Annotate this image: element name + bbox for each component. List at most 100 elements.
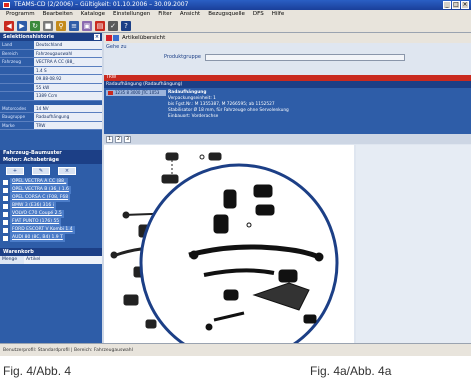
section-bar: Radaufhängung (Radaufhängung) [104, 81, 471, 88]
page-tab[interactable]: 3 [124, 135, 131, 143]
history-header: Selektionshistorie × [0, 33, 102, 41]
window-title: TEAMS-CD (2/2006) – Gültigkeit: 01.10.20… [14, 1, 189, 8]
checkbox[interactable] [3, 203, 8, 209]
checkbox[interactable] [3, 211, 8, 217]
list-item[interactable]: VOLVO C70 Coupé 2.5 [0, 210, 102, 218]
section-title: Radaufhängung (Radaufhängung) [106, 82, 183, 87]
article-detail: 1235 8 3000 JTC 1053 Radaufhängung Verpa… [104, 88, 471, 134]
field-value[interactable]: VECTRA A CC (88_ [34, 58, 102, 66]
checkbox[interactable] [3, 219, 8, 225]
back-icon[interactable]: ◀ [4, 20, 14, 31]
checkbox[interactable] [3, 187, 8, 193]
checkbox[interactable] [3, 227, 8, 233]
field-value[interactable]: Deutschland [34, 41, 102, 49]
vehicle-link[interactable]: FIAT PUNTO (176) 55 [10, 218, 62, 226]
list-item[interactable]: FORD ESCORT V Kombi 1.4 [0, 226, 102, 234]
field-row: Land Deutschland [0, 41, 102, 50]
product-group-label: Produktgruppe [164, 54, 201, 60]
menu-bezugsquelle[interactable]: Bezugsquelle [208, 10, 245, 19]
field-row: Bereich Fahrzeugauswahl [0, 49, 102, 58]
field-row: Motorcodes 14 NV [0, 104, 102, 113]
print-icon[interactable]: ▤ [95, 20, 105, 31]
edit-vehicle-icon[interactable]: ✎ [32, 167, 50, 175]
maximize-button[interactable]: □ [452, 1, 460, 9]
vehicle-link[interactable]: AUDI 80 (8C, B4) 1.9 T [10, 234, 65, 242]
vehicle-link[interactable]: FORD ESCORT V Kombi 1.4 [10, 226, 75, 234]
minimize-button[interactable]: _ [443, 1, 451, 9]
history-title: Selektionshistorie [3, 34, 55, 40]
field-value[interactable]: Radaufhängung [34, 113, 102, 121]
checkbox[interactable] [3, 235, 8, 241]
forward-icon[interactable]: ▶ [17, 20, 27, 31]
app-icon [3, 2, 10, 8]
vehicle-link[interactable]: OPEL VECTRA B (36_) 1.6 [10, 186, 71, 194]
list-item[interactable]: OPEL VECTRA B (36_) 1.6 [0, 186, 102, 194]
menu-programm[interactable]: Programm [6, 10, 35, 19]
menu-kataloge[interactable]: Kataloge [81, 10, 105, 19]
vehicle-link[interactable]: OPEL CORSA C (F08, F68 [10, 194, 71, 202]
vehicles-header: Fahrzeug-Baumuster Motor: Achsbeträge [0, 150, 102, 164]
page-tab[interactable]: 1 [106, 135, 113, 143]
close-icon[interactable]: × [94, 34, 100, 40]
part-thumbnail-icon [108, 91, 113, 95]
list-item[interactable]: AUDI 80 (8C, B4) 1.9 T [0, 234, 102, 242]
title-bar: TEAMS-CD (2/2006) – Gültigkeit: 01.10.20… [0, 0, 471, 10]
product-group-select[interactable] [204, 53, 405, 61]
field-value[interactable]: 1389 Ccm [34, 92, 102, 100]
menu-einstellungen[interactable]: Einstellungen [113, 10, 150, 19]
article-code[interactable]: 1235 8 3000 JTC 1053 [106, 90, 166, 96]
field-row: Baugruppe Radaufhängung [0, 113, 102, 122]
field-key: Motorcodes [2, 105, 27, 111]
add-vehicle-icon[interactable]: + [6, 167, 24, 175]
vehicle-link[interactable]: BMW 3 (E36) 316 i [10, 202, 56, 210]
refresh-icon[interactable]: ↻ [30, 20, 40, 31]
parts-drawing [104, 145, 354, 356]
close-button[interactable]: × [461, 1, 469, 9]
list-item[interactable]: FIAT PUNTO (176) 55 [0, 218, 102, 226]
field-key [0, 67, 34, 75]
close-icon[interactable] [106, 35, 112, 41]
cart-col-artikel: Artikel [24, 256, 102, 264]
field-key: Marke [2, 122, 15, 128]
list-item[interactable]: OPEL CORSA C (F08, F68 [0, 194, 102, 202]
status-bar: Benutzerprofil: Standardprofil | Bereich… [0, 343, 471, 356]
caption-left: Fig. 4/Abb. 4 [3, 364, 72, 378]
field-value[interactable]: TRW [34, 121, 102, 129]
pin-icon[interactable] [113, 35, 119, 41]
menu-ansicht[interactable]: Ansicht [180, 10, 200, 19]
field-value[interactable]: 1.4 S [34, 66, 102, 74]
field-key: Land [2, 42, 13, 47]
field-value[interactable]: 55 kW [34, 83, 102, 91]
field-value[interactable]: 09.88-08.92 [34, 75, 102, 83]
car-icon[interactable]: ■ [43, 20, 53, 31]
history-fields: Land Deutschland Bereich Fahrzeugauswahl F… [0, 41, 102, 130]
cart-columns: Menge Artikel [0, 256, 102, 264]
cart-icon[interactable]: ▣ [82, 20, 92, 31]
field-value[interactable]: 14 NV [34, 104, 102, 112]
list-icon[interactable]: ≡ [69, 20, 79, 31]
cart-title: Warenkorb [3, 249, 34, 255]
vehicle-link[interactable]: OPEL VECTRA A CC (88_ [10, 178, 69, 186]
menu-hilfe[interactable]: Hilfe [272, 10, 285, 19]
vehicles-title: Fahrzeug-Baumuster Motor: Achsbeträge [3, 150, 62, 163]
list-item[interactable]: OPEL VECTRA A CC (88_ [0, 178, 102, 186]
menu-dfs[interactable]: DFS [253, 10, 264, 19]
checkbox[interactable] [3, 195, 8, 201]
vehicle-link[interactable]: VOLVO C70 Coupé 2.5 [10, 210, 64, 218]
menu-filter[interactable]: Filter [158, 10, 172, 19]
page-tab[interactable]: 2 [115, 135, 122, 143]
field-row: Fahrzeug VECTRA A CC (88_ [0, 58, 102, 67]
path-label: Gehe zu [106, 44, 127, 50]
help-icon[interactable]: ? [121, 20, 131, 31]
field-value[interactable]: Fahrzeugauswahl [34, 49, 102, 57]
check-icon[interactable]: ✓ [108, 20, 118, 31]
toolbar: ◀ ▶ ↻ ■ ⚲ ≡ ▣ ▤ ✓ ? [0, 19, 471, 33]
article-title: Artikelübersicht [122, 35, 166, 41]
checkbox[interactable] [3, 179, 8, 185]
menu-bearbeiten[interactable]: Bearbeiten [43, 10, 73, 19]
field-key [0, 92, 34, 100]
search-icon[interactable]: ⚲ [56, 20, 66, 31]
status-text: Benutzerprofil: Standardprofil | Bereich… [3, 348, 133, 353]
list-item[interactable]: BMW 3 (E36) 316 i [0, 202, 102, 210]
delete-vehicle-icon[interactable]: × [58, 167, 76, 175]
